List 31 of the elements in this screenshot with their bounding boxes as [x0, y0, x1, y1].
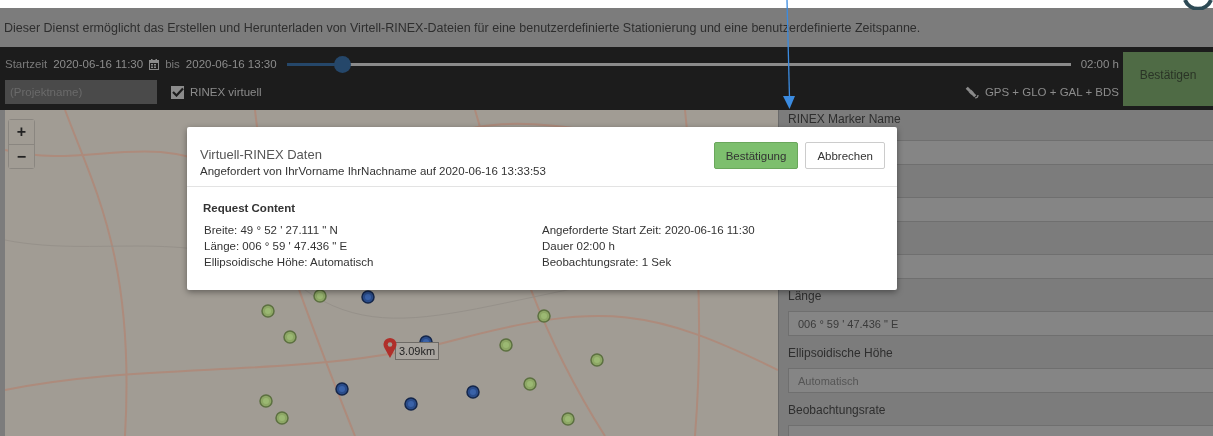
start-time: 2020-06-16 11:30 — [53, 58, 144, 70]
field-label: Beobachtungsrate — [788, 402, 887, 418]
request-detail: Ellipsoidische Höhe: Automatisch — [204, 255, 375, 270]
input-field[interactable]: 006 ° 59 ' 47.436 " E — [788, 311, 1213, 336]
field-label: RINEX Marker Name — [788, 111, 902, 127]
request-detail: Angeforderte Start Zeit: 2020-06-16 11:30 — [542, 223, 756, 238]
request-detail: Länge: 006 ° 59 ' 47.436 " E — [204, 239, 349, 254]
dialog-title: Virtuell-RINEX Daten — [200, 146, 323, 162]
end-time: 2020-06-16 13:30 — [185, 58, 277, 70]
confirm-button[interactable]: Bestätigung — [713, 142, 799, 169]
rinex-label: RINEX virtuell — [190, 86, 262, 98]
start-label: Startzeit — [5, 58, 48, 70]
field-label: Ellipsoidische Höhe — [788, 345, 894, 361]
dialog-subtitle: Angefordert von IhrVorname IhrNachname auf 2020-06-16 13:33:53 — [200, 164, 547, 177]
to-label: bis — [165, 58, 180, 70]
zoom-out-button[interactable]: − — [9, 144, 34, 168]
distance-label: 3.09km — [395, 342, 440, 360]
calendar-icon[interactable] — [149, 58, 160, 70]
section-title: Request Content — [203, 202, 296, 214]
rinex-checkbox[interactable] — [171, 85, 184, 99]
constellations-text: GPS + GLO + GAL + BDS — [984, 86, 1119, 98]
map-pin-icon — [383, 338, 397, 358]
slider-thumb[interactable] — [333, 55, 351, 73]
satellite-icon — [964, 85, 979, 99]
field-label: Länge — [788, 288, 823, 304]
request-detail: Dauer 02:00 h — [542, 239, 616, 254]
request-detail: Breite: 49 ° 52 ' 27.111 " N — [204, 223, 339, 238]
cancel-button[interactable]: Abbrechen — [805, 142, 885, 169]
logo-icon — [1183, 0, 1213, 10]
request-detail: Beobachtungsrate: 1 Sek — [542, 255, 673, 270]
duration-reading: 02:00 h — [1080, 58, 1119, 70]
